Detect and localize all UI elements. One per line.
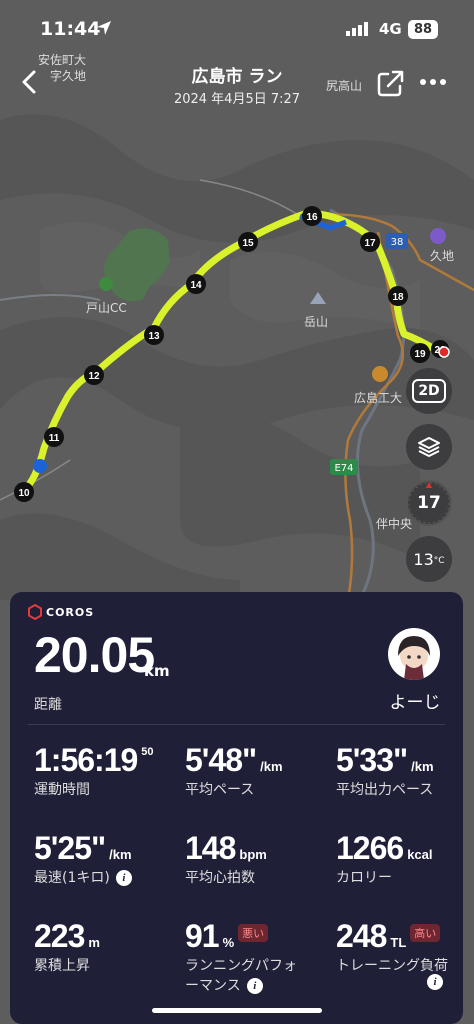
weather-button[interactable]: 13 °C [406,536,452,582]
metric-unit: bpm [239,847,267,862]
metric-training-load: 248 TL高い トレーニング負荷 i [336,918,451,990]
metric-avg-heart-rate: 148 bpm 平均心拍数 [185,830,325,888]
metric-label: 平均心拍数 [185,870,255,886]
coros-logo-icon [28,604,42,620]
metric-value: 148 [185,830,236,866]
info-icon[interactable]: i [246,978,263,994]
distance-unit: km [144,662,170,680]
metric-label: 累積上昇 [34,958,90,974]
signal-icon [346,22,368,36]
place-label: 岳山 [304,315,328,329]
metric-elevation-gain: 223 m 累積上昇 [34,918,174,976]
info-icon[interactable]: i [427,974,443,990]
metric-label: トレーニング負荷 [336,958,448,974]
svg-text:15: 15 [242,238,254,249]
metric-value: 91 [185,918,220,954]
status-badge: 高い [410,924,441,942]
metric-running-performance: 91 %悪い ランニングパフォーマンス i [185,918,305,996]
metric-value: 1:56:19 [34,742,138,778]
metric-unit: /km [109,847,132,862]
road-e74-label: E74 [334,463,353,474]
divider [28,724,445,725]
km-marker-13: 13 [144,325,164,345]
km-marker-18: 18 [388,286,408,306]
road-38-label: 38 [391,237,404,248]
metric-value: 1266 [336,830,404,866]
home-indicator[interactable] [152,1008,322,1013]
view-mode-label: 2D [412,379,446,403]
metric-unit: m [88,935,100,950]
metric-value: 5'25" [34,830,106,866]
svg-text:19: 19 [414,349,426,360]
username: よーじ [389,693,441,713]
layers-button[interactable] [406,424,452,470]
metric-unit: TL [390,935,407,950]
metric-duration: 1:56:19 50 運動時間 [34,742,174,800]
more-options-icon[interactable] [418,74,448,90]
svg-text:17: 17 [364,238,376,249]
metric-fastest-km: 5'25"/km 最速(1キロ) i [34,830,174,888]
compass-value: 17 [417,493,441,513]
share-icon[interactable] [376,68,404,98]
place-label: 戸山CC [86,301,127,315]
compass-button[interactable]: 17 [406,480,452,526]
location-arrow-icon [97,21,111,35]
info-icon[interactable]: i [115,870,132,886]
km-marker-11: 11 [44,427,64,447]
status-time: 11:44 [40,18,101,40]
km-marker-17: 17 [360,232,380,252]
km-marker-19: 19 [410,343,430,363]
metric-avg-power-pace: 5'33"/km 平均出力ペース [336,742,474,800]
brand-logo: COROS [28,604,94,620]
km-marker-15: 15 [238,232,258,252]
svg-text:10: 10 [18,488,30,499]
km-marker-12: 12 [84,365,104,385]
svg-text:13: 13 [148,331,160,342]
km-marker-10: 10 [14,482,34,502]
metric-label: 最速(1キロ) [34,870,110,886]
metric-label: 平均ペース [185,782,255,798]
metric-value: 5'48" [185,742,257,778]
metric-unit: /km [411,759,434,774]
status-badge: 悪い [238,924,269,942]
km-marker-14: 14 [186,274,206,294]
activity-summary-card: COROS 20.05 km 距離 よーじ 1:56:19 50 運動時間 5'4… [10,592,463,1024]
place-label: 久地 [430,249,454,263]
distance-value: 20.05 [34,627,155,683]
metric-unit: % [222,935,235,950]
end-point [438,346,450,358]
metric-value: 248 [336,918,387,954]
distance-label: 距離 [34,697,62,713]
svg-text:16: 16 [306,212,318,223]
km-marker-16: 16 [302,206,322,226]
metric-subsecond: 50 [141,746,154,758]
avatar[interactable] [388,628,440,680]
temperature-value: 13 [413,549,434,569]
metric-unit: kcal [407,847,433,862]
svg-text:11: 11 [49,433,60,444]
svg-text:14: 14 [190,280,202,291]
metric-label: ランニングパフォーマンス [185,958,297,994]
metric-label: カロリー [336,870,392,886]
metric-value: 223 [34,918,85,954]
metric-value: 5'33" [336,742,408,778]
svg-text:12: 12 [88,371,100,382]
place-label: 広島工大 [354,390,402,405]
metric-unit: /km [260,759,283,774]
view-mode-2d-button[interactable]: 2D [406,368,452,414]
metric-calories: 1266 kcal カロリー [336,830,474,888]
metric-avg-pace: 5'48"/km 平均ペース [185,742,325,800]
status-bar: 11:44 4G 88 [0,0,474,60]
metric-label: 運動時間 [34,782,90,798]
temperature-unit: °C [433,556,445,566]
battery-icon: 88 [408,20,438,39]
layers-icon [418,437,440,457]
network-type: 4G [379,20,402,38]
metric-label: 平均出力ペース [336,782,434,798]
brand-name: COROS [46,605,95,619]
svg-text:18: 18 [392,292,404,303]
